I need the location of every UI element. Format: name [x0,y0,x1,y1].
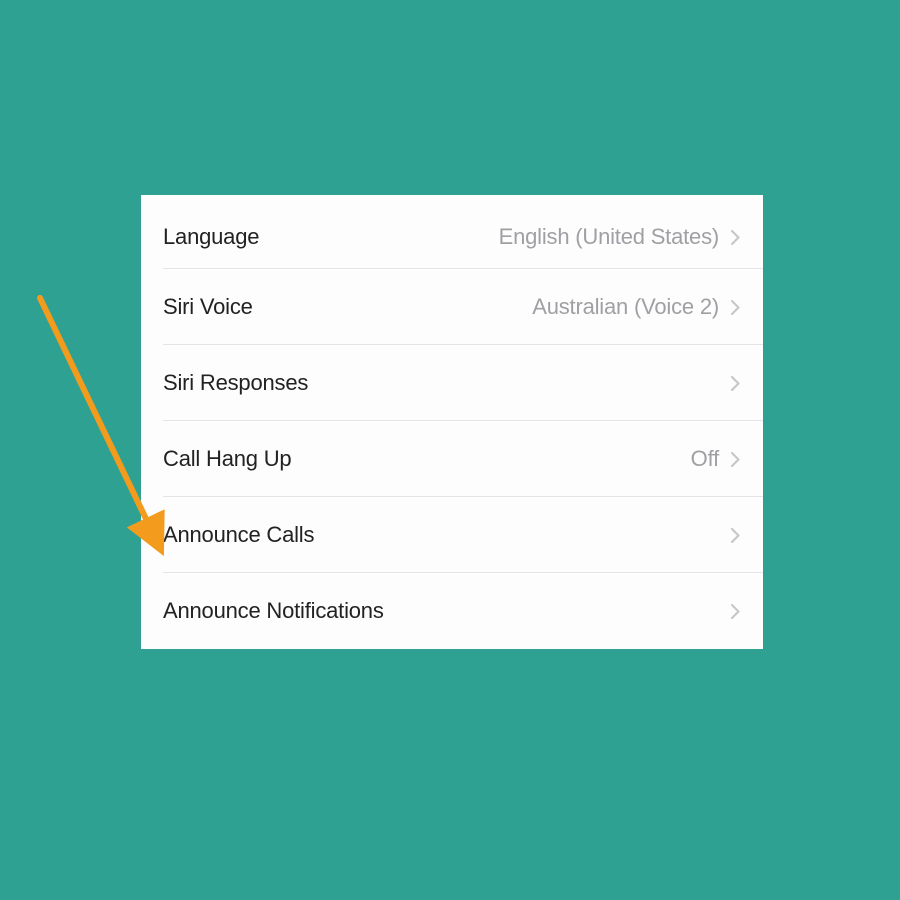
chevron-right-icon [725,297,745,317]
setting-label: Announce Calls [163,522,314,548]
chevron-right-icon [725,525,745,545]
setting-value-group: English (United States) [499,224,745,250]
setting-value-group [719,373,745,393]
setting-value: Off [691,446,719,472]
setting-value-group: Off [691,446,745,472]
setting-label: Siri Responses [163,370,308,396]
setting-value-group [719,601,745,621]
setting-row-siri-voice[interactable]: Siri Voice Australian (Voice 2) [141,269,763,345]
setting-row-language[interactable]: Language English (United States) [141,195,763,269]
setting-value: English (United States) [499,224,719,250]
setting-label: Call Hang Up [163,446,291,472]
setting-row-call-hang-up[interactable]: Call Hang Up Off [141,421,763,497]
setting-value-group [719,525,745,545]
setting-row-siri-responses[interactable]: Siri Responses [141,345,763,421]
setting-label: Language [163,224,259,250]
setting-row-announce-calls[interactable]: Announce Calls [141,497,763,573]
setting-value-group: Australian (Voice 2) [532,294,745,320]
siri-settings-panel: Language English (United States) Siri Vo… [141,195,763,649]
setting-row-announce-notifications[interactable]: Announce Notifications [141,573,763,649]
setting-label: Announce Notifications [163,598,384,624]
chevron-right-icon [725,449,745,469]
setting-value: Australian (Voice 2) [532,294,719,320]
setting-label: Siri Voice [163,294,253,320]
chevron-right-icon [725,227,745,247]
chevron-right-icon [725,601,745,621]
chevron-right-icon [725,373,745,393]
